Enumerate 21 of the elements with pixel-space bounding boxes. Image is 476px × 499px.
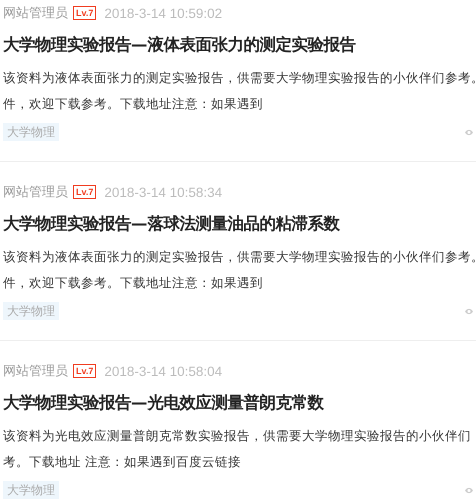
description-line: 考。下载地址 注意：如果遇到百度云链接 xyxy=(3,453,242,471)
description-line: 件，欢迎下载参考。下载地址注意：如果遇到 xyxy=(3,95,264,113)
article-title[interactable]: 大学物理实验报告—光电效应测量普朗克常数 xyxy=(3,391,476,415)
article-title[interactable]: 大学物理实验报告—落球法测量油品的粘滞系数 xyxy=(3,212,476,236)
level-badge: Lv.7 xyxy=(73,364,96,378)
description-line: 该资料为液体表面张力的测定实验报告，供需要大学物理实验报告的小伙伴们参考。 xyxy=(3,248,476,266)
author-name: 网站管理员 xyxy=(3,5,68,22)
level-badge: Lv.7 xyxy=(73,185,96,199)
level-badge: Lv.7 xyxy=(73,6,96,20)
description-line: 该资料为光电效应测量普朗克常数实验报告，供需要大学物理实验报告的小伙伴们 xyxy=(3,427,472,445)
post-time: 2018-3-14 10:59:02 xyxy=(104,6,222,20)
post-time: 2018-3-14 10:58:34 xyxy=(104,184,222,200)
eye-icon xyxy=(464,486,474,494)
eye-icon xyxy=(464,128,474,136)
description-line: 该资料为液体表面张力的测定实验报告，供需要大学物理实验报告的小伙伴们参考。 xyxy=(3,69,476,87)
author-name: 网站管理员 xyxy=(3,363,68,380)
description-line: 件，欢迎下载参考。下载地址注意：如果遇到 xyxy=(3,274,264,292)
author-name: 网站管理员 xyxy=(3,184,68,201)
post-time: 2018-3-14 10:58:04 xyxy=(104,364,222,378)
article-title[interactable]: 大学物理实验报告—液体表面张力的测定实验报告 xyxy=(3,33,476,57)
eye-icon xyxy=(464,306,474,316)
